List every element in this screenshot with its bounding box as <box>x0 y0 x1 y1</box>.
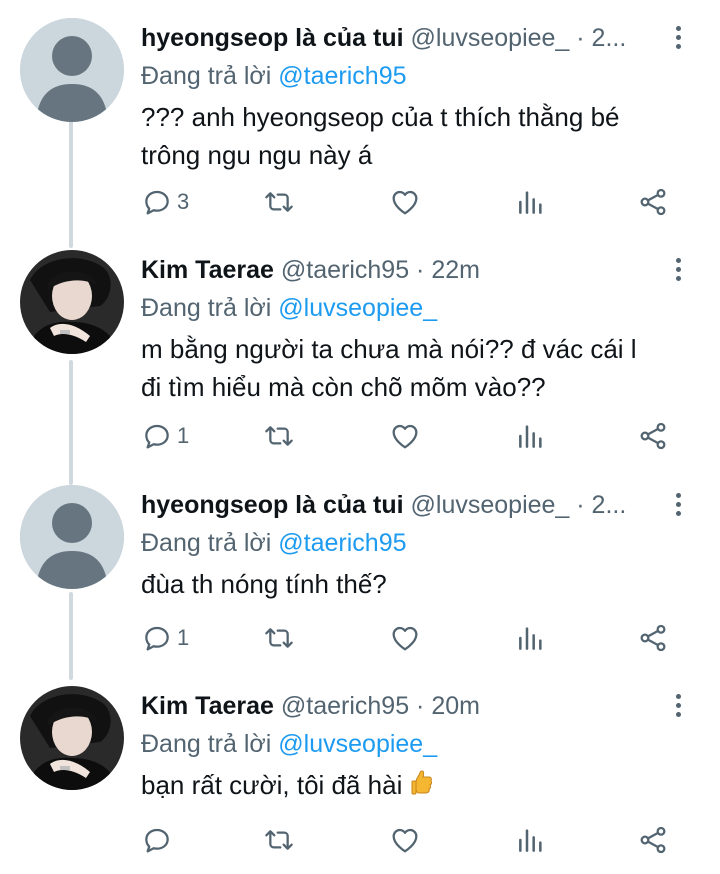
reply-count: 1 <box>177 625 190 650</box>
analytics-icon <box>519 627 542 650</box>
share-icon <box>640 188 666 216</box>
tweet-actions: 3 <box>141 182 681 222</box>
tweet-text-body: bạn rất cười, tôi đã hài <box>141 770 403 800</box>
replying-to: Đang trả lời @luvseopiee_ <box>141 726 661 762</box>
like-button[interactable] <box>389 416 421 456</box>
author-name[interactable]: hyeongseop là của tui <box>141 491 404 519</box>
avatar[interactable] <box>20 485 124 589</box>
default-avatar-icon <box>20 485 124 589</box>
tweet-header: Kim Taerae @taerich95 · 22m <box>141 250 661 290</box>
replying-label: Đang trả lời <box>141 294 272 322</box>
thread-connector <box>69 120 73 248</box>
retweet-icon <box>265 830 293 850</box>
share-icon <box>640 826 666 854</box>
thumbs-up-emoji-icon <box>411 770 432 795</box>
analytics-icon <box>519 829 542 852</box>
retweet-button[interactable] <box>263 618 295 658</box>
share-icon <box>640 422 666 450</box>
analytics-icon <box>519 425 542 448</box>
author-handle[interactable]: @taerich95 · 20m <box>281 692 480 720</box>
replying-label: Đang trả lời <box>141 730 272 758</box>
author-handle[interactable]: @luvseopiee_ · 2... <box>411 491 627 519</box>
reply-icon <box>145 424 169 449</box>
reply-button[interactable]: 1 <box>141 416 189 456</box>
profile-photo-icon <box>20 686 124 790</box>
author-name[interactable]: hyeongseop là của tui <box>141 24 404 52</box>
like-icon <box>392 190 418 215</box>
reply-icon <box>145 828 169 853</box>
share-button[interactable] <box>637 416 669 456</box>
replying-to: Đang trả lời @taerich95 <box>141 525 661 561</box>
reply-button[interactable]: 3 <box>141 182 189 222</box>
tweet-text: m bằng người ta chưa mà nói?? đ vác cái … <box>141 334 637 402</box>
tweet-actions: 1 <box>141 618 681 658</box>
avatar[interactable] <box>20 250 124 354</box>
share-icon <box>640 624 666 652</box>
retweet-button[interactable] <box>263 820 295 860</box>
tweet-header: Kim Taerae @taerich95 · 20m <box>141 686 661 726</box>
analytics-button[interactable] <box>515 182 547 222</box>
retweet-button[interactable] <box>263 416 295 456</box>
retweet-icon <box>265 426 293 446</box>
tweet-text: bạn rất cười, tôi đã hài <box>141 766 661 804</box>
more-icon[interactable] <box>666 493 690 523</box>
like-icon <box>392 828 418 853</box>
author-name[interactable]: Kim Taerae <box>141 256 274 284</box>
profile-photo-icon <box>20 250 124 354</box>
author-name[interactable]: Kim Taerae <box>141 692 274 720</box>
default-avatar-icon <box>20 18 124 122</box>
analytics-button[interactable] <box>515 618 547 658</box>
mention-link[interactable]: @taerich95 <box>278 62 406 90</box>
thread-connector <box>69 360 73 485</box>
more-icon[interactable] <box>666 258 690 288</box>
more-icon[interactable] <box>666 694 690 724</box>
like-button[interactable] <box>389 618 421 658</box>
author-handle[interactable]: @taerich95 · 22m <box>281 256 480 284</box>
mention-link[interactable]: @taerich95 <box>278 529 406 557</box>
share-button[interactable] <box>637 182 669 222</box>
like-icon <box>392 626 418 651</box>
share-button[interactable] <box>637 820 669 860</box>
like-button[interactable] <box>389 820 421 860</box>
author-handle[interactable]: @luvseopiee_ · 2... <box>411 24 627 52</box>
mention-link[interactable]: @luvseopiee_ <box>278 294 437 322</box>
thread-connector <box>69 592 73 680</box>
reply-button[interactable] <box>141 820 177 860</box>
tweet-header: hyeongseop là của tui @luvseopiee_ · 2..… <box>141 485 661 525</box>
replying-to: Đang trả lời @luvseopiee_ <box>141 290 661 326</box>
tweet-header: hyeongseop là của tui @luvseopiee_ · 2..… <box>141 18 661 58</box>
tweet-text: ??? anh hyeongseop của t thích thằng bé … <box>141 102 620 170</box>
replying-label: Đang trả lời <box>141 529 272 557</box>
retweet-icon <box>265 628 293 648</box>
like-button[interactable] <box>389 182 421 222</box>
avatar[interactable] <box>20 686 124 790</box>
replying-label: Đang trả lời <box>141 62 272 90</box>
reply-button[interactable]: 1 <box>141 618 189 658</box>
tweet-actions <box>141 820 681 860</box>
analytics-icon <box>519 191 542 214</box>
reply-count: 1 <box>177 423 190 448</box>
analytics-button[interactable] <box>515 820 547 860</box>
tweet-actions: 1 <box>141 416 681 456</box>
like-icon <box>392 424 418 449</box>
reply-icon <box>145 626 169 651</box>
analytics-button[interactable] <box>515 416 547 456</box>
replying-to: Đang trả lời @taerich95 <box>141 58 661 94</box>
share-button[interactable] <box>637 618 669 658</box>
reply-count: 3 <box>177 189 190 214</box>
mention-link[interactable]: @luvseopiee_ <box>278 730 437 758</box>
avatar[interactable] <box>20 18 124 122</box>
reply-icon <box>145 190 169 215</box>
tweet-text: đùa th nóng tính thế? <box>141 569 387 599</box>
more-icon[interactable] <box>666 26 690 56</box>
retweet-button[interactable] <box>263 182 295 222</box>
retweet-icon <box>265 192 293 212</box>
